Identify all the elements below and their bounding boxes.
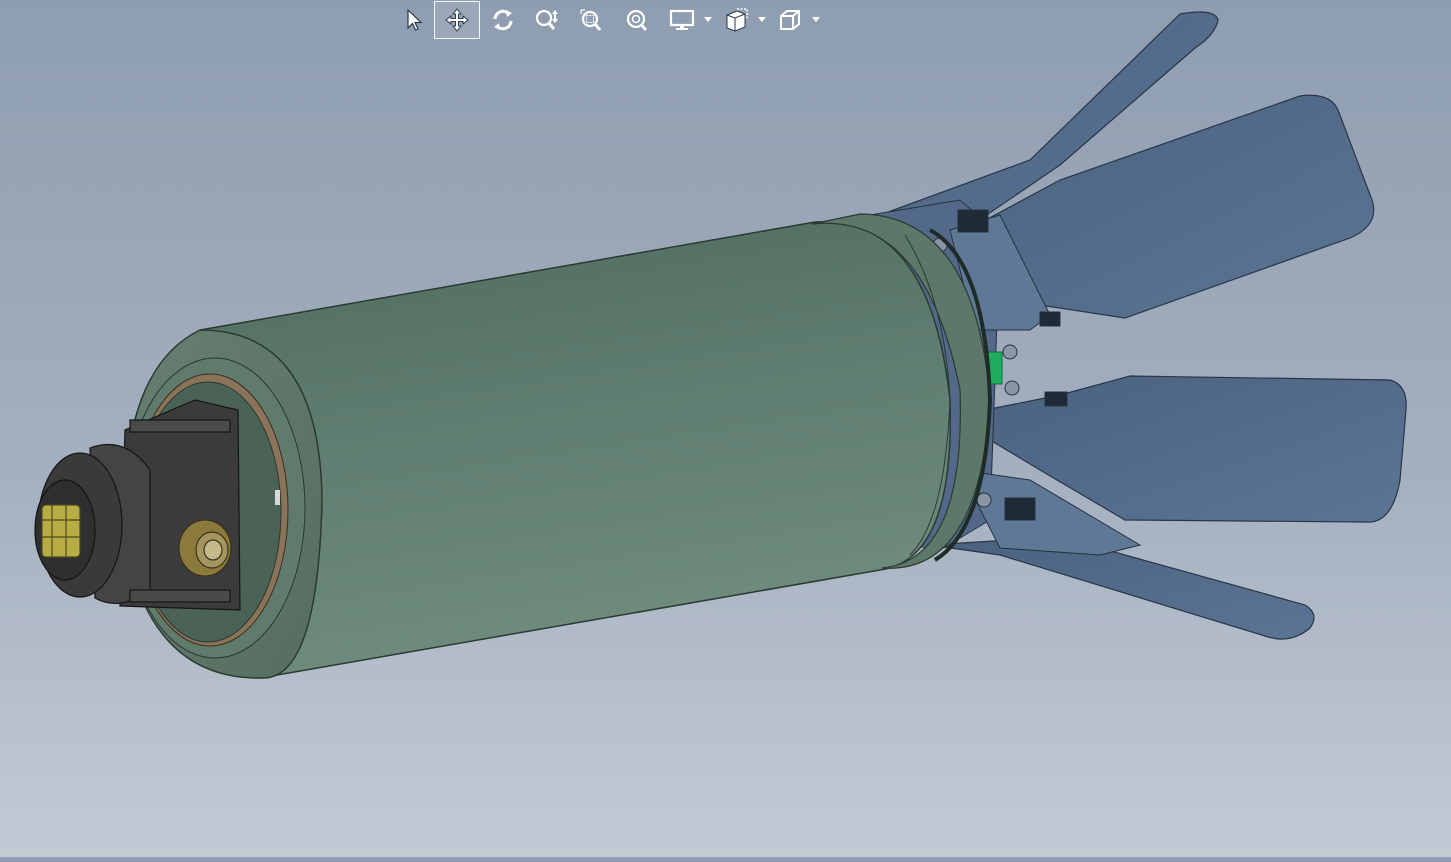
chevron-down-icon[interactable] (703, 15, 713, 25)
section-view-button[interactable] (714, 1, 768, 39)
zoom-in-out-icon (535, 9, 558, 30)
chevron-down-icon[interactable] (757, 15, 767, 25)
chevron-down-icon[interactable] (811, 15, 821, 25)
zoom-in-out-button[interactable] (526, 1, 568, 39)
arrow-pointer-icon (407, 8, 423, 31)
fan-motor-model (34, 11, 1407, 679)
zoom-to-area-button[interactable] (568, 1, 614, 39)
zoom-fit-icon (626, 9, 648, 32)
move-cross-icon (445, 8, 469, 32)
monitor-icon (669, 9, 695, 30)
cube-icon (780, 10, 800, 30)
display-style-button[interactable] (660, 1, 714, 39)
view-orientation-button[interactable] (768, 1, 822, 39)
zoom-area-icon (580, 9, 602, 31)
electrical-connector (34, 399, 241, 611)
pan-tool-button[interactable] (434, 1, 480, 39)
rotate-icon (493, 9, 513, 31)
rotate-tool-button[interactable] (480, 1, 526, 39)
fan-blade-bottom (929, 539, 1315, 640)
terminal-plug (41, 504, 81, 558)
section-view-icon (726, 8, 748, 32)
3d-viewport[interactable] (0, 0, 1451, 857)
select-tool-button[interactable] (392, 1, 434, 39)
mounting-screw (178, 519, 232, 577)
zoom-to-fit-button[interactable] (614, 1, 660, 39)
motor-housing (199, 213, 993, 679)
view-toolbar (392, 0, 822, 40)
